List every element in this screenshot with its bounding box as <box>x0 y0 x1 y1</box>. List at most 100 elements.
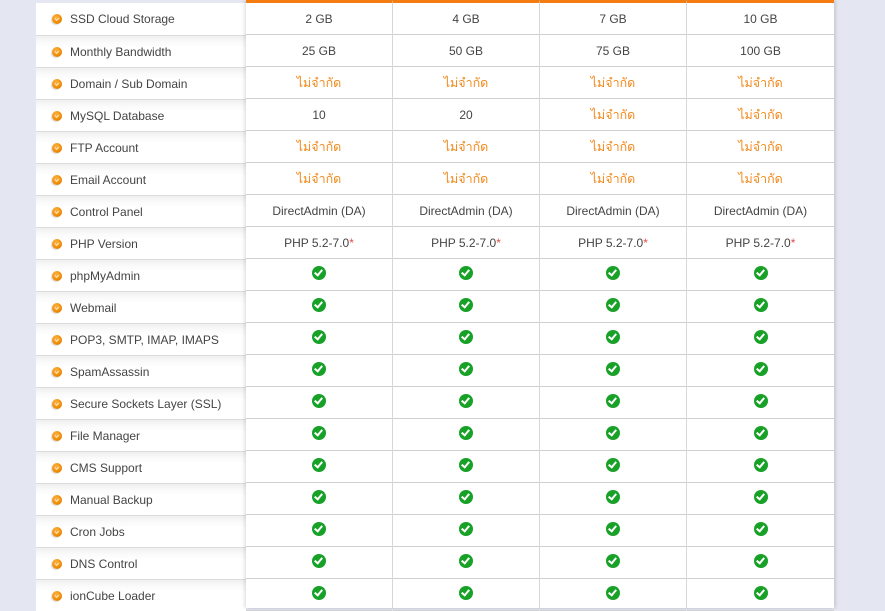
unlimited-value: ไม่จำกัด <box>738 107 783 122</box>
feature-label: SSD Cloud Storage <box>70 12 175 26</box>
plan-cell <box>393 547 539 579</box>
plan-cell <box>246 355 392 387</box>
check-icon <box>312 297 326 312</box>
feature-row: DNS Control <box>36 547 246 579</box>
plan-cell <box>246 387 392 419</box>
orange-bullet-icon <box>52 558 62 569</box>
check-icon <box>606 393 620 408</box>
plan-cell: 10 GB <box>687 3 834 35</box>
orange-bullet-icon <box>52 46 62 57</box>
plan-cell: ไม่จำกัด <box>393 163 539 195</box>
plan-cell <box>540 451 686 483</box>
feature-label-column: SSD Cloud Storage Monthly Bandwidth Domain… <box>36 3 246 611</box>
feature-row: MySQL Database <box>36 99 246 131</box>
plan-cell: 100 GB <box>687 35 834 67</box>
plan-cell <box>393 291 539 323</box>
plan-cell <box>393 483 539 515</box>
plan-cell: PHP 5.2-7.0 * <box>540 227 686 259</box>
check-icon <box>459 553 473 568</box>
cell-value: 10 GB <box>743 11 778 26</box>
plan-cell: 4 GB <box>393 3 539 35</box>
check-icon <box>312 585 326 600</box>
feature-label: Secure Sockets Layer (SSL) <box>70 396 222 411</box>
plan-column-3: 7 GB 75 GB ไม่จำกัด ไม่จำกัด ไม่จำกัด ไม่จำกั… <box>540 0 687 611</box>
check-icon <box>753 489 768 504</box>
orange-bullet-icon <box>52 270 62 281</box>
cell-value: 50 GB <box>448 43 484 58</box>
orange-bullet-icon <box>52 462 62 473</box>
check-icon <box>312 457 326 472</box>
feature-row: SpamAssassin <box>36 355 246 387</box>
check-icon <box>459 329 473 344</box>
plan-cell <box>687 451 834 483</box>
feature-row: PHP Version <box>36 227 246 259</box>
plan-cell <box>687 579 834 611</box>
feature-label: ionCube Loader <box>70 588 156 603</box>
plan-column-2: 4 GB 50 GB ไม่จำกัด 20 ไม่จำกัด ไม่จำกัด Direc… <box>393 0 540 611</box>
plan-cell: ไม่จำกัด <box>246 67 392 99</box>
feature-label: Monthly Bandwidth <box>70 44 172 59</box>
plan-cell: PHP 5.2-7.0 * <box>246 227 392 259</box>
plan-comparison-table: 2 GB 25 GB ไม่จำกัด 10 ไม่จำกัด ไม่จำกัด Direc… <box>246 0 834 611</box>
feature-label: MySQL Database <box>70 108 165 123</box>
plan-cell <box>687 259 834 291</box>
footnote-asterisk: * <box>643 235 648 250</box>
check-icon <box>312 265 326 280</box>
plan-column-4: 10 GB 100 GB ไม่จำกัด ไม่จำกัด ไม่จำกัด ไม่จำ… <box>687 0 834 611</box>
unlimited-value: ไม่จำกัด <box>443 139 489 154</box>
unlimited-value: ไม่จำกัด <box>738 171 783 186</box>
plan-cell <box>393 355 539 387</box>
feature-row: Email Account <box>36 163 246 195</box>
orange-bullet-icon <box>52 142 62 153</box>
plan-cell <box>246 419 392 451</box>
plan-cell: ไม่จำกัด <box>687 131 834 163</box>
check-icon <box>459 265 473 280</box>
orange-bullet-icon <box>52 494 62 505</box>
plan-cell <box>246 579 392 611</box>
cell-value: DirectAdmin (DA) <box>272 203 366 218</box>
plan-cell <box>393 451 539 483</box>
feature-row: Webmail <box>36 291 246 323</box>
plan-cell: ไม่จำกัด <box>687 67 834 99</box>
check-icon <box>606 265 620 280</box>
plan-cell <box>540 547 686 579</box>
plan-cell: ไม่จำกัด <box>540 99 686 131</box>
feature-label: DNS Control <box>70 556 138 571</box>
orange-bullet-icon <box>52 430 62 441</box>
plan-cell <box>540 387 686 419</box>
check-icon <box>753 361 768 376</box>
plan-cell: DirectAdmin (DA) <box>246 195 392 227</box>
check-icon <box>753 393 768 408</box>
plan-cell: ไม่จำกัด <box>393 67 539 99</box>
orange-bullet-icon <box>52 14 62 24</box>
php-version-value: PHP 5.2-7.0 <box>284 235 350 250</box>
plan-cell <box>246 451 392 483</box>
unlimited-value: ไม่จำกัด <box>590 139 636 154</box>
check-icon <box>459 361 473 376</box>
check-icon <box>459 457 473 472</box>
cell-value: 10 <box>312 107 326 122</box>
plan-cell: 2 GB <box>246 3 392 35</box>
orange-bullet-icon <box>52 78 62 89</box>
plan-cell: 50 GB <box>393 35 539 67</box>
plan-cell <box>687 483 834 515</box>
feature-row: FTP Account <box>36 131 246 163</box>
feature-row: Monthly Bandwidth <box>36 35 246 67</box>
feature-row: POP3, SMTP, IMAP, IMAPS <box>36 323 246 355</box>
check-icon <box>459 425 473 440</box>
php-version-value: PHP 5.2-7.0 <box>725 235 791 250</box>
unlimited-value: ไม่จำกัด <box>296 75 342 90</box>
plan-cell: ไม่จำกัด <box>540 163 686 195</box>
check-icon <box>606 361 620 376</box>
check-icon <box>606 425 620 440</box>
plan-cell <box>687 291 834 323</box>
plan-cell: 7 GB <box>540 3 686 35</box>
plan-cell: DirectAdmin (DA) <box>393 195 539 227</box>
check-icon <box>459 585 473 600</box>
plan-cell <box>540 355 686 387</box>
cell-value: DirectAdmin (DA) <box>419 203 513 218</box>
feature-row: Control Panel <box>36 195 246 227</box>
feature-label: Domain / Sub Domain <box>70 76 188 91</box>
orange-bullet-icon <box>52 398 62 409</box>
plan-cell <box>687 387 834 419</box>
